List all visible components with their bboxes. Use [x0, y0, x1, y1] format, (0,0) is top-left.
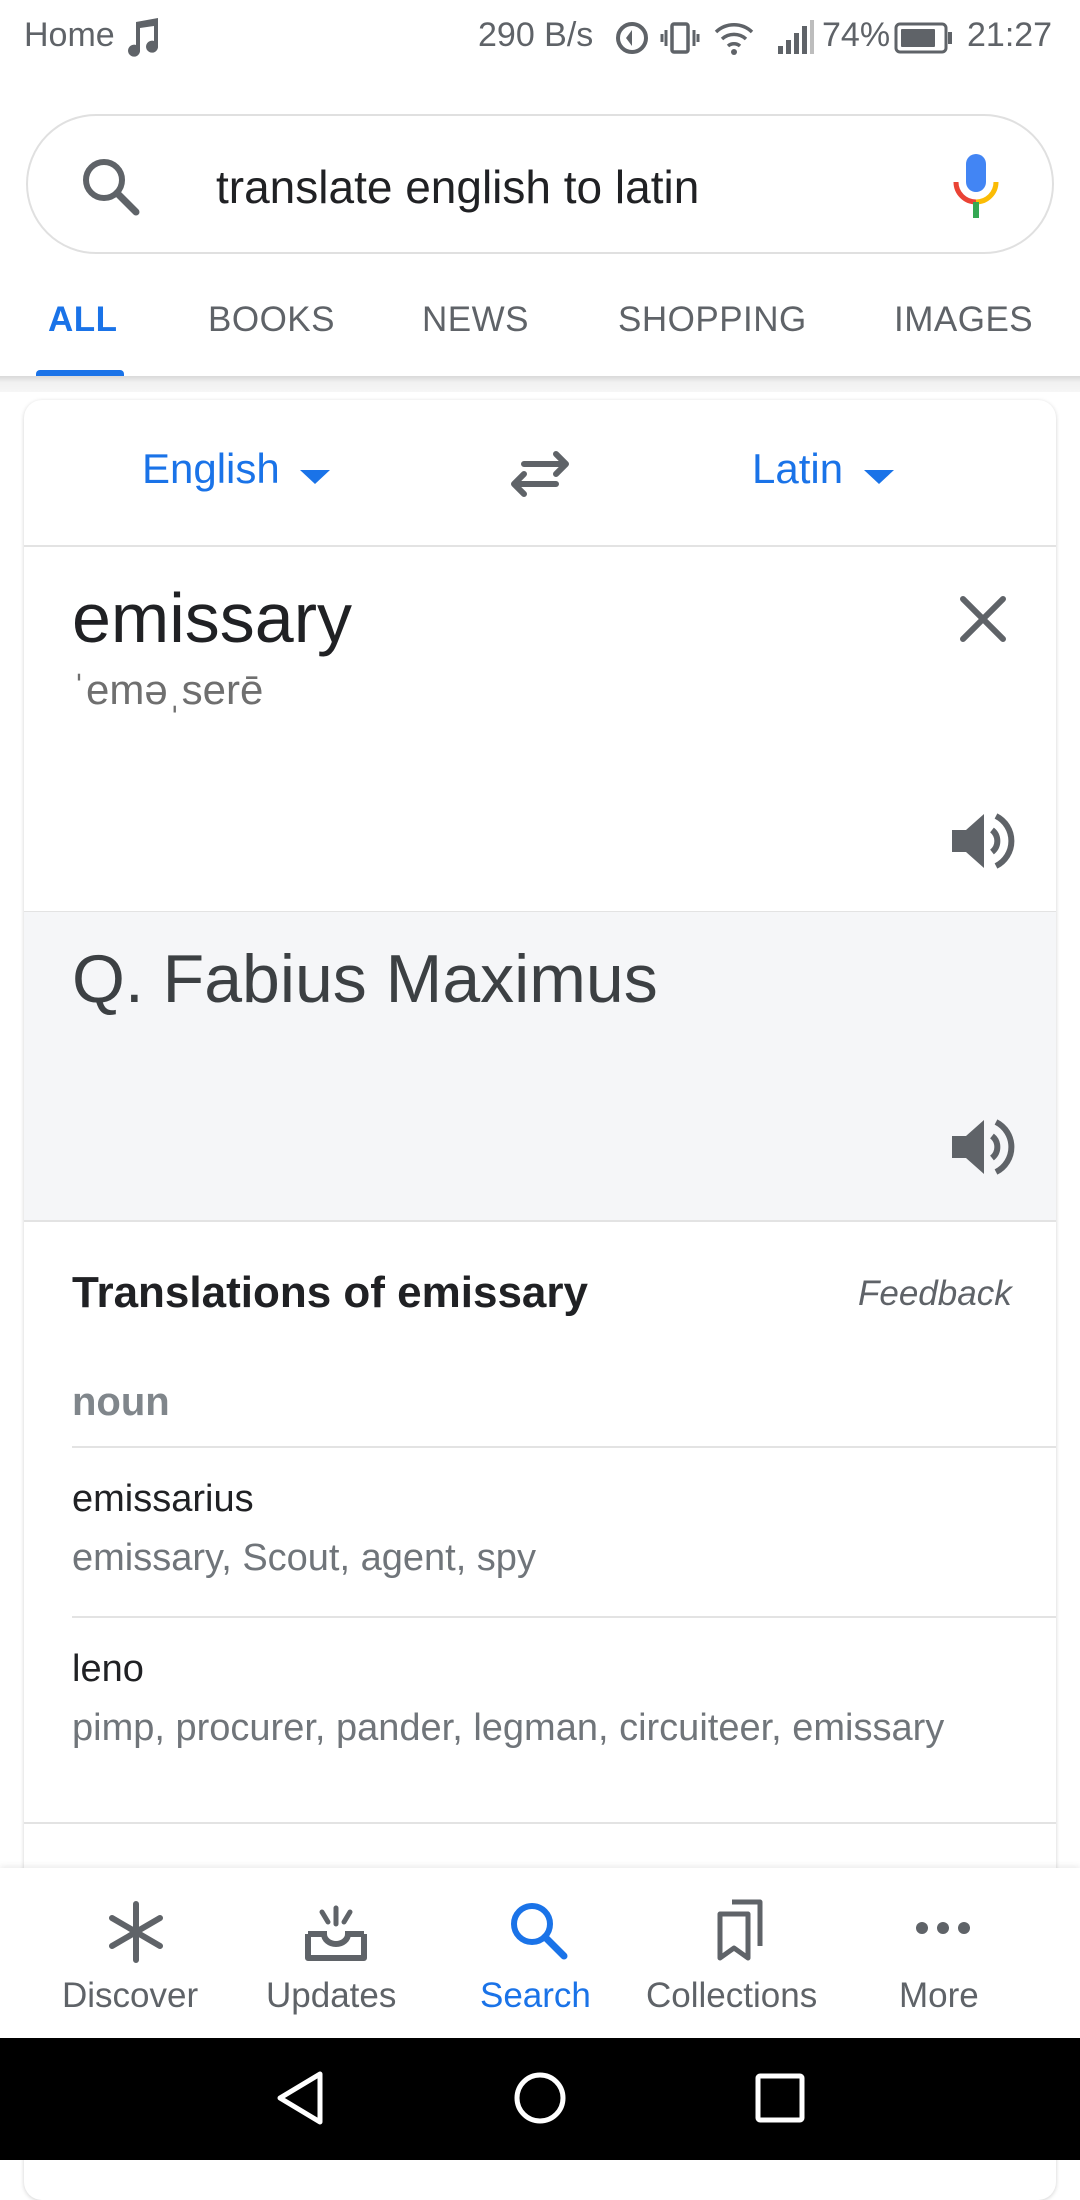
battery-percent: 74% [822, 16, 891, 54]
tab-images[interactable]: IMAGES [894, 300, 1033, 340]
part-of-speech-label: noun [72, 1380, 170, 1424]
network-speed: 290 B/s [478, 16, 594, 54]
back-icon[interactable] [274, 2068, 328, 2128]
battery-icon [894, 22, 952, 54]
home-icon[interactable] [512, 2070, 568, 2126]
inbox-icon [305, 1905, 367, 1961]
clear-icon[interactable] [958, 594, 1008, 644]
status-home-label: Home [24, 16, 115, 54]
asterisk-icon [109, 1901, 163, 1963]
wifi-icon [714, 23, 754, 55]
tab-all[interactable]: ALL [48, 300, 118, 340]
vibrate-icon [660, 22, 700, 54]
bookmarks-icon [717, 1899, 763, 1961]
speaker-icon[interactable] [950, 1116, 1016, 1178]
target-language-dropdown-icon[interactable] [864, 470, 894, 484]
source-language-dropdown-icon[interactable] [300, 470, 330, 484]
nav-label-more: More [899, 1976, 979, 2015]
divider [24, 1220, 1056, 1222]
nav-label-collections: Collections [646, 1976, 818, 2015]
signal-icon [778, 20, 814, 54]
nav-label-updates: Updates [266, 1976, 397, 2015]
system-navigation-bar [0, 2038, 1080, 2160]
translations-heading: Translations of emissary [72, 1268, 588, 1317]
more-icon [916, 1922, 970, 1934]
status-bar: Home 290 B/s 74% 21:27 [0, 0, 1080, 76]
search-icon[interactable] [78, 154, 142, 218]
translation-output-text: Q. Fabius Maximus [72, 941, 658, 1017]
tab-shopping[interactable]: SHOPPING [618, 300, 807, 340]
tabs-divider [0, 376, 1080, 392]
clock: 21:27 [967, 16, 1053, 54]
divider [24, 545, 1056, 547]
divider [72, 1616, 1056, 1618]
target-language-selector[interactable]: Latin [752, 445, 843, 493]
search-icon [511, 1903, 568, 1960]
feedback-link[interactable]: Feedback [858, 1274, 1012, 1314]
nav-label-discover: Discover [62, 1976, 199, 2015]
music-note-icon [128, 18, 159, 57]
swap-languages-icon[interactable] [508, 450, 572, 498]
divider [24, 1822, 1056, 1824]
translation-synonyms: emissary, Scout, agent, spy [72, 1537, 536, 1579]
translation-word: leno [72, 1648, 144, 1690]
nav-label-search: Search [480, 1976, 591, 2015]
search-query-text[interactable]: translate english to latin [216, 160, 699, 214]
phonetic-spelling: ˈeməˌserē [72, 666, 264, 713]
search-tabs: ALL BOOKS NEWS SHOPPING IMAGES [0, 270, 1080, 378]
tab-news[interactable]: NEWS [422, 300, 529, 340]
search-bar[interactable]: translate english to latin [26, 114, 1054, 254]
divider [72, 1446, 1056, 1448]
mic-icon[interactable] [950, 152, 1002, 222]
tab-books[interactable]: BOOKS [208, 300, 335, 340]
recents-icon[interactable] [754, 2072, 806, 2124]
translation-word: emissarius [72, 1478, 254, 1520]
translation-synonyms: pimp, procurer, pander, legman, circuite… [72, 1707, 945, 1749]
source-language-selector[interactable]: English [142, 445, 280, 493]
speaker-icon[interactable] [950, 810, 1016, 872]
source-text-input[interactable]: emissary [72, 578, 352, 658]
data-saver-icon [616, 22, 648, 54]
